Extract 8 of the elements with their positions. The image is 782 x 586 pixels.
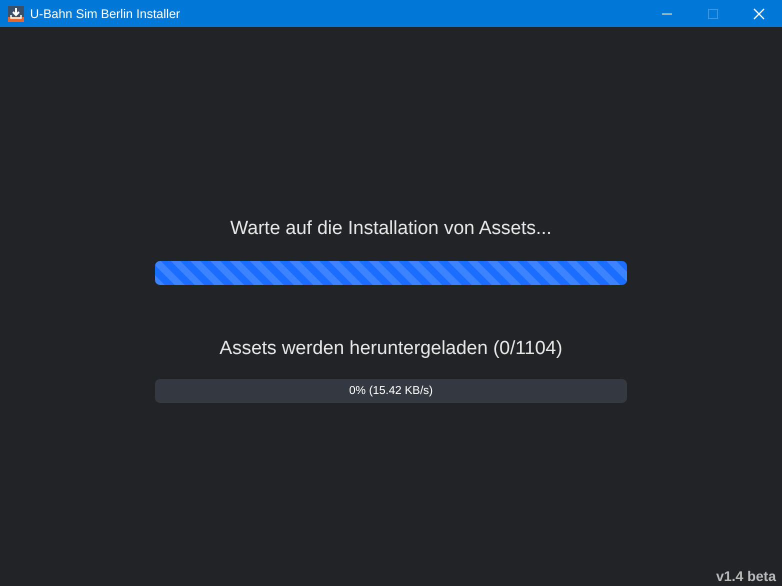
version-label: v1.4 beta [716,568,776,584]
download-icon [8,6,24,22]
close-icon [753,8,765,20]
window-title: U-Bahn Sim Berlin Installer [30,6,180,20]
progress-label: 0% (15.42 KB/s) [349,385,433,397]
status-heading: Warte auf die Installation von Assets... [229,217,553,241]
download-heading: Assets werden heruntergeladen (0/1104) [218,337,564,361]
maximize-icon [707,8,719,20]
